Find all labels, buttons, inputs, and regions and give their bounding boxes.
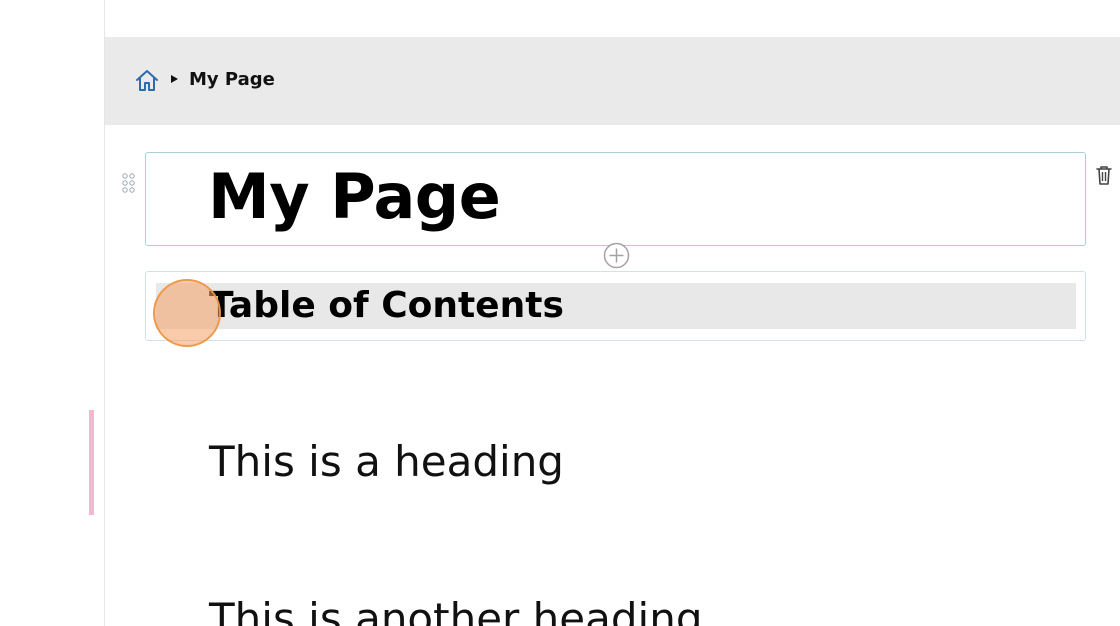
heading-block[interactable]: This is a heading [209, 437, 564, 486]
home-icon[interactable] [134, 68, 160, 94]
page-title[interactable]: My Page [208, 160, 501, 233]
table-of-contents-heading[interactable]: Table of Contents [209, 285, 564, 326]
breadcrumb-separator-icon [171, 75, 178, 83]
left-sidebar [0, 0, 105, 626]
add-block-icon[interactable] [603, 242, 630, 269]
breadcrumb-current-page[interactable]: My Page [189, 69, 275, 90]
heading-block[interactable]: This is another heading [209, 594, 702, 626]
click-indicator [153, 279, 221, 347]
drag-handle-icon[interactable] [121, 172, 137, 194]
editor-page: My Page My Page Table of Contents This i… [0, 0, 1120, 626]
trash-icon[interactable] [1094, 164, 1114, 186]
sidebar-accent-bar [89, 410, 94, 515]
